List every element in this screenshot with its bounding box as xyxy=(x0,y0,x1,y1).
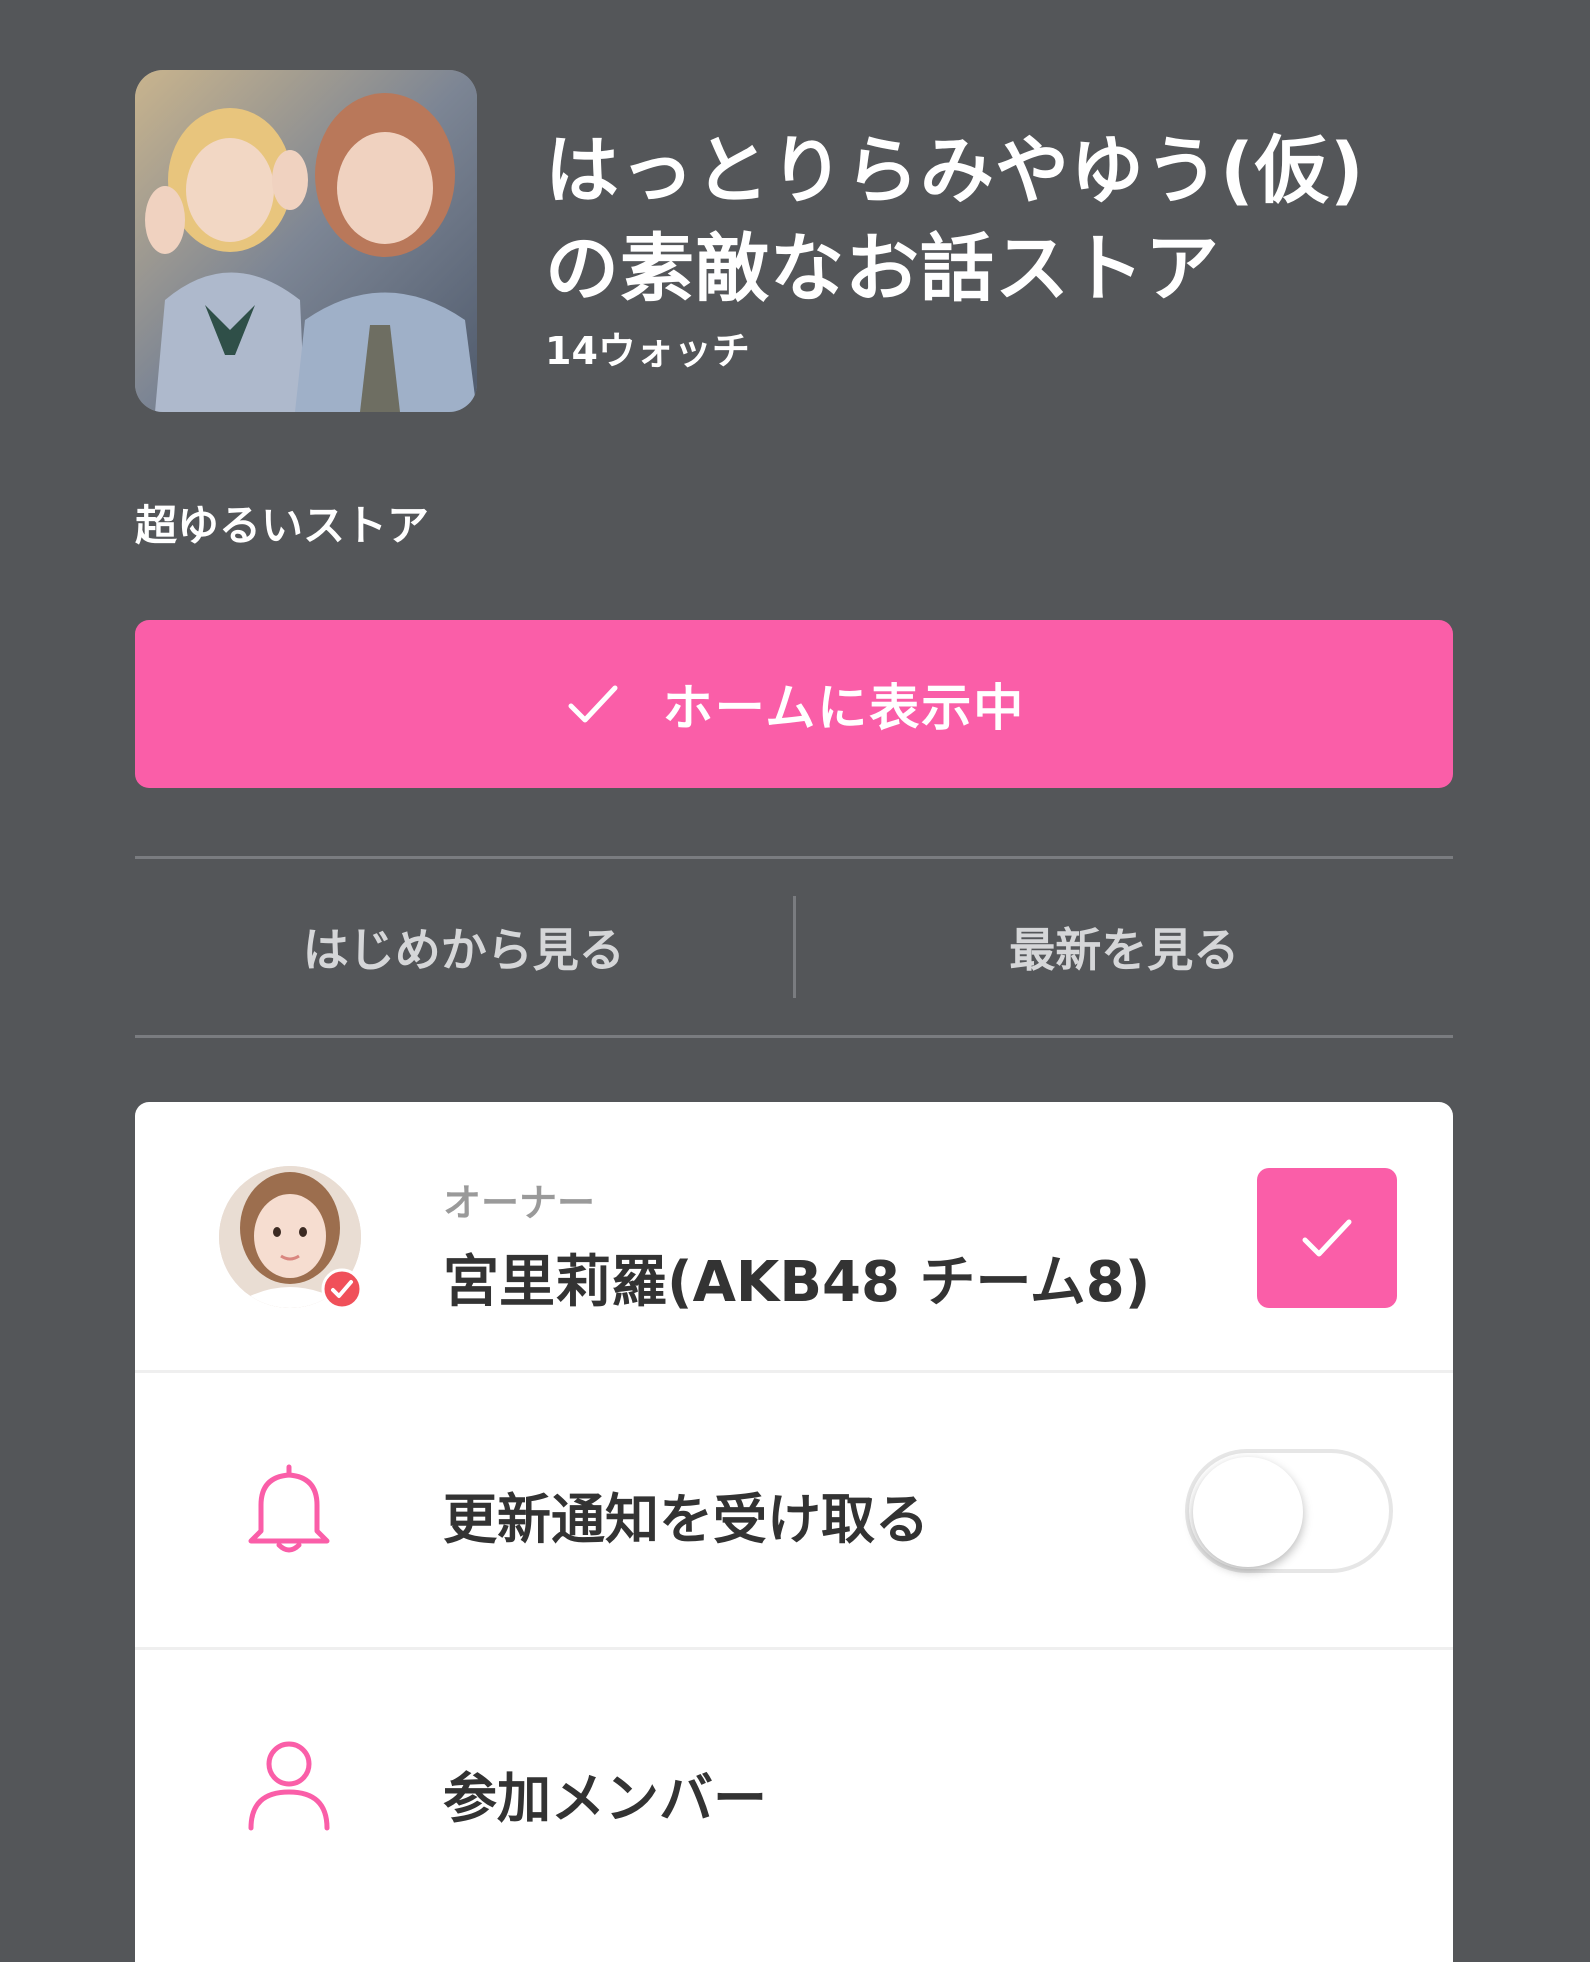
notification-row: 更新通知を受け取る xyxy=(135,1373,1453,1650)
bell-icon xyxy=(248,1464,330,1553)
check-icon xyxy=(568,685,618,723)
notification-switch-knob xyxy=(1193,1457,1303,1567)
store-header: はっとりらみやゆう(仮) の素敵なお話ストア 14ウォッチ xyxy=(135,70,1455,415)
owner-row[interactable]: オーナー 宮里莉羅(AKB48 チーム8) xyxy=(135,1102,1453,1373)
home-display-button[interactable]: ホームに表示中 xyxy=(135,620,1453,788)
members-row[interactable]: 参加メンバー xyxy=(135,1650,1453,1924)
check-icon xyxy=(1302,1219,1352,1257)
store-thumbnail xyxy=(135,70,477,412)
verified-badge-icon xyxy=(321,1268,363,1310)
owner-follow-toggle[interactable] xyxy=(1257,1168,1397,1308)
read-from-start-link[interactable]: はじめから見る xyxy=(135,914,793,980)
notification-label: 更新通知を受け取る xyxy=(443,1488,929,1551)
members-label: 参加メンバー xyxy=(443,1767,767,1830)
store-description: 超ゆるいストア xyxy=(135,501,430,550)
person-icon xyxy=(248,1741,330,1831)
store-title-line1: はっとりらみやゆう(仮) xyxy=(545,128,1365,214)
owner-label: オーナー xyxy=(443,1181,596,1225)
owner-avatar-wrap xyxy=(219,1166,363,1310)
store-photo-image xyxy=(135,70,477,412)
read-latest-link[interactable]: 最新を見る xyxy=(796,914,1454,980)
watch-count: 14ウォッチ xyxy=(545,329,750,373)
store-title-line2: の素敵なお話ストア xyxy=(545,226,1220,312)
notification-switch[interactable] xyxy=(1185,1449,1393,1573)
home-display-label: ホームに表示中 xyxy=(662,679,1026,737)
store-info-card: オーナー 宮里莉羅(AKB48 チーム8) 更新通知を受け取る 参加メンバー xyxy=(135,1102,1453,1962)
store-title: はっとりらみやゆう(仮) の素敵なお話ストア xyxy=(545,122,1445,318)
read-actions: はじめから見る 最新を見る xyxy=(135,856,1453,1038)
owner-name: 宮里莉羅(AKB48 チーム8) xyxy=(443,1250,1151,1315)
